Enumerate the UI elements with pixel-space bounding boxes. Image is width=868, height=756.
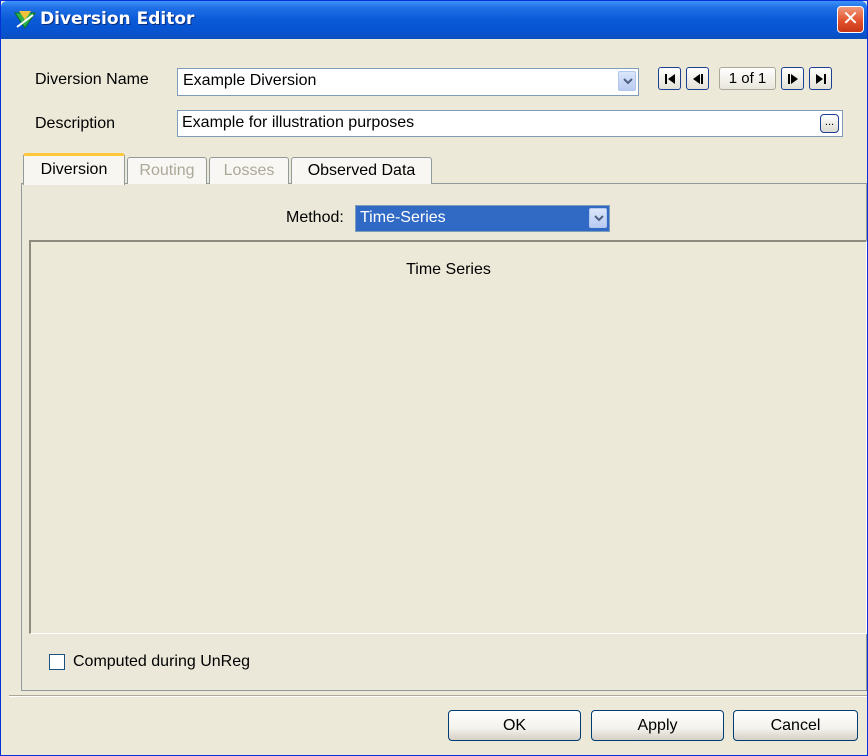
method-label: Method: <box>286 209 344 226</box>
last-record-icon <box>816 74 826 84</box>
tab-routing: Routing <box>127 157 207 184</box>
ok-button[interactable]: OK <box>448 710 581 741</box>
computed-during-unreg-checkbox[interactable] <box>49 654 65 670</box>
tab-observed-data[interactable]: Observed Data <box>291 157 432 184</box>
chevron-down-icon[interactable] <box>589 208 607 228</box>
apply-button[interactable]: Apply <box>591 710 724 741</box>
chevron-down-icon[interactable] <box>618 71 636 91</box>
window-title: Diversion Editor <box>40 9 195 29</box>
diversion-name-label: Diversion Name <box>35 71 149 88</box>
cancel-button-label: Cancel <box>770 717 821 734</box>
computed-during-unreg-label[interactable]: Computed during UnReg <box>73 653 250 671</box>
time-series-title: Time Series <box>406 261 491 278</box>
ok-button-label: OK <box>502 717 527 734</box>
time-series-panel: Time Series <box>29 240 867 634</box>
cancel-button[interactable]: Cancel <box>733 710 858 741</box>
last-record-button[interactable] <box>809 67 832 90</box>
description-field[interactable]: Example for illustration purposes ... <box>177 110 843 137</box>
description-label: Description <box>35 115 116 132</box>
footer-separator <box>9 695 867 697</box>
first-record-icon <box>665 74 675 84</box>
next-record-button[interactable] <box>781 67 804 90</box>
description-editor-button[interactable]: ... <box>820 114 839 133</box>
tab-losses: Losses <box>209 157 289 184</box>
tab-routing-label: Routing <box>139 162 195 179</box>
apply-button-label: Apply <box>637 717 678 734</box>
close-icon: ✕ <box>842 6 859 30</box>
tab-diversion[interactable]: Diversion <box>23 153 125 185</box>
diversion-app-icon <box>14 11 36 29</box>
tab-losses-label: Losses <box>223 162 275 179</box>
title-bar[interactable]: Diversion Editor ✕ <box>1 1 867 39</box>
diversion-editor-window: Diversion Editor ✕ Diversion Name Exampl… <box>0 0 868 756</box>
tab-observed-data-label: Observed Data <box>307 162 416 179</box>
method-select[interactable]: Time-Series <box>355 205 610 232</box>
first-record-button[interactable] <box>658 67 681 90</box>
method-value: Time-Series <box>360 209 446 226</box>
diversion-name-value: Example Diversion <box>183 72 317 89</box>
previous-record-icon <box>693 74 703 84</box>
next-record-icon <box>788 74 798 84</box>
tab-diversion-label: Diversion <box>40 161 108 178</box>
diversion-name-select[interactable]: Example Diversion <box>177 68 639 96</box>
description-value: Example for illustration purposes <box>182 114 415 131</box>
close-button[interactable]: ✕ <box>837 6 864 33</box>
ellipsis-icon: ... <box>824 116 835 128</box>
record-counter: 1 of 1 <box>719 67 776 90</box>
previous-record-button[interactable] <box>686 67 709 90</box>
